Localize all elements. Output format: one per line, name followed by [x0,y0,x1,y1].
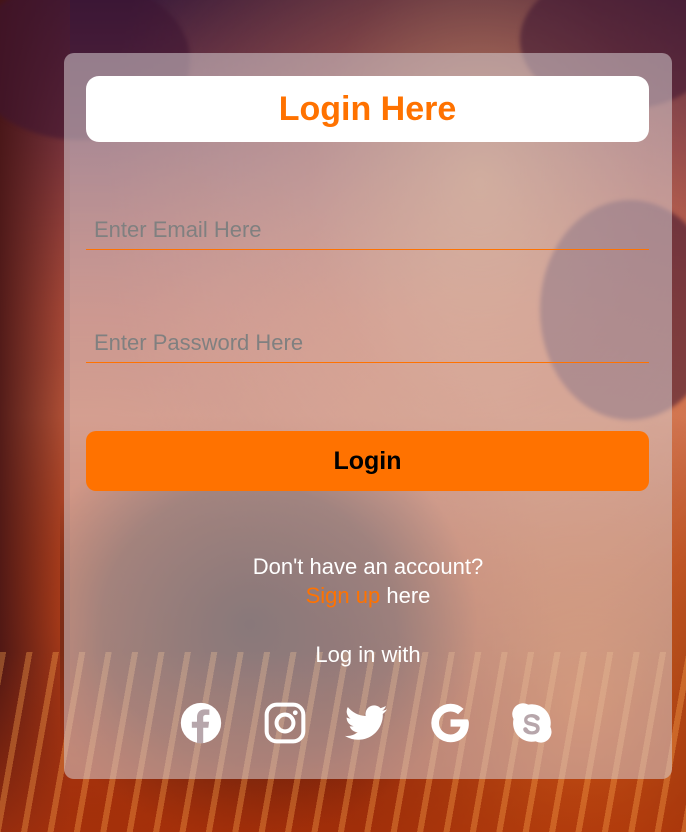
login-button[interactable]: Login [86,431,649,491]
password-field[interactable] [86,323,649,363]
signup-prompt: Don't have an account? Sign up here [64,552,672,610]
google-icon[interactable] [428,701,472,745]
skype-icon[interactable] [510,701,554,745]
login-with-label: Log in with [315,642,421,667]
signup-link[interactable]: Sign up [306,583,381,608]
signup-suffix: here [380,583,431,608]
instagram-icon[interactable] [263,701,307,745]
no-account-text: Don't have an account? [252,554,484,579]
email-field[interactable] [86,210,649,250]
login-card: Login Here Login Don't have an account? … [64,53,672,779]
twitter-icon[interactable] [344,701,388,745]
social-icons [64,701,672,745]
title-box: Login Here [86,76,649,142]
facebook-icon[interactable] [179,701,223,745]
page-title: Login Here [278,89,457,128]
